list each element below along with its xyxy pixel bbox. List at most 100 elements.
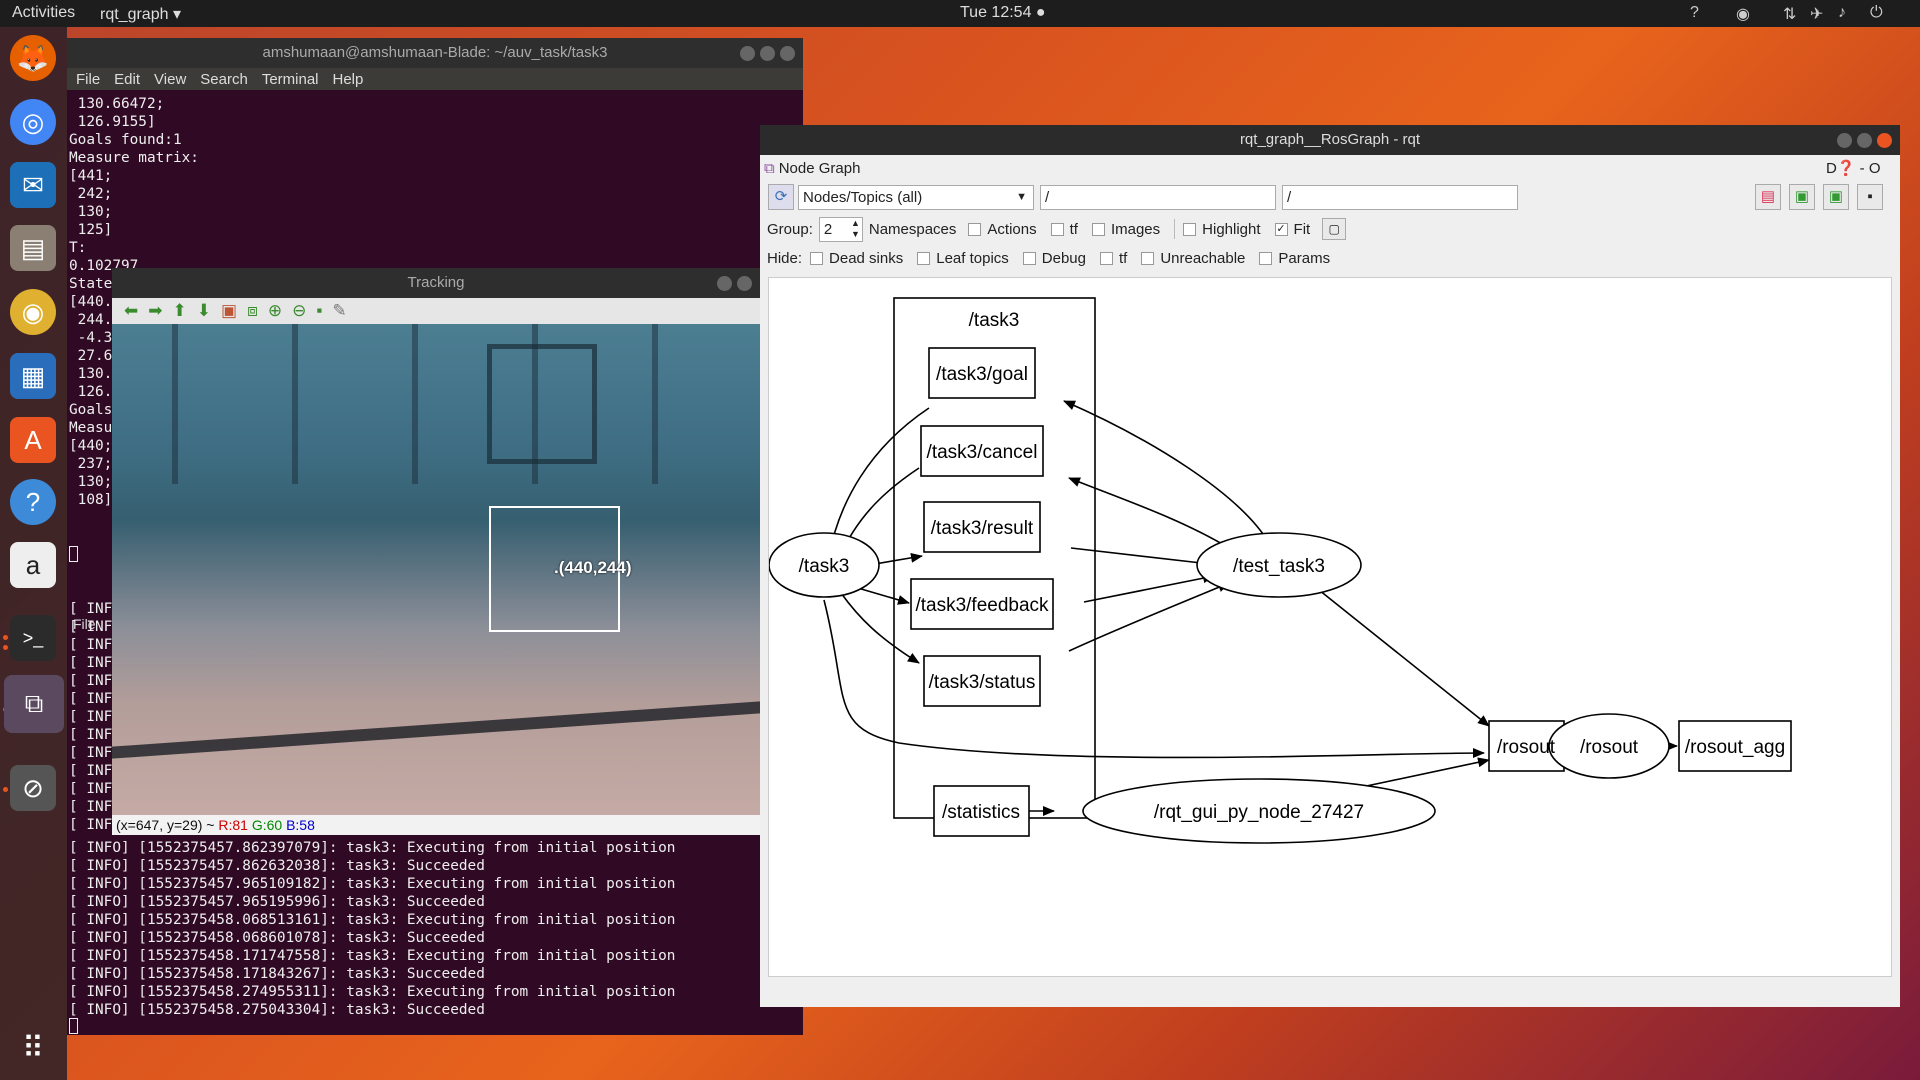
- power-icon[interactable]: ⏻: [1870, 4, 1883, 22]
- rhythmbox-icon[interactable]: ◉: [10, 289, 56, 335]
- label-statistics: /statistics: [942, 802, 1020, 823]
- terminal-line: [441;: [69, 168, 113, 184]
- menu-help[interactable]: Help: [333, 71, 364, 88]
- edge-goal-task3: [826, 407, 930, 557]
- topic-filter-input[interactable]: /: [1040, 184, 1276, 210]
- tracking-toolbar: ⬅ ➡ ⬆ ⬇ ▣ ⧈ ⊕ ⊖ ▪ ✎: [112, 298, 760, 324]
- dead-sinks-checkbox[interactable]: [810, 251, 824, 265]
- status-green: G:60: [251, 817, 283, 833]
- maximize-icon[interactable]: [1857, 133, 1872, 148]
- edge-task3-status: [840, 592, 920, 664]
- zoom-out-icon[interactable]: ⊖: [292, 301, 306, 321]
- menu-edit[interactable]: Edit: [114, 71, 140, 88]
- terminal-line: Measure matrix:: [69, 150, 199, 166]
- rqt-window[interactable]: rqt_graph__RosGraph - rqt ⧉ Node Graph D…: [760, 125, 1900, 1007]
- arrow-right-icon[interactable]: ➡: [148, 301, 162, 321]
- properties-icon[interactable]: ✎: [332, 301, 346, 321]
- ros-graph: /task3 /task3 /task3/goal /task3/cancel …: [768, 297, 1792, 844]
- fit-in-view-icon[interactable]: ▢: [1322, 218, 1347, 240]
- terminal-dock-icon[interactable]: >_: [10, 615, 56, 661]
- firefox-icon[interactable]: 🦊: [10, 35, 56, 81]
- save-icon[interactable]: ▪: [316, 301, 322, 321]
- activities-button[interactable]: Activities: [12, 4, 75, 22]
- tf-checkbox[interactable]: [1050, 222, 1064, 236]
- menu-view[interactable]: View: [154, 71, 186, 88]
- refresh-icon[interactable]: ⟳: [768, 184, 794, 210]
- close-icon[interactable]: [780, 46, 795, 61]
- amazon-icon[interactable]: a: [10, 542, 56, 588]
- network-icon[interactable]: ⇅: [1783, 4, 1796, 24]
- clock[interactable]: Tue 12:54 ●: [960, 4, 1046, 22]
- unreachable-checkbox[interactable]: [1141, 251, 1155, 265]
- debug-checkbox[interactable]: [1022, 251, 1036, 265]
- params-checkbox[interactable]: [1259, 251, 1273, 265]
- label-status: /task3/status: [929, 672, 1036, 693]
- hide-tf-checkbox[interactable]: [1099, 251, 1113, 265]
- edge-test-rosout: [1318, 589, 1490, 727]
- zoom-in-icon[interactable]: ⊕: [268, 301, 282, 321]
- arrow-left-icon[interactable]: ⬅: [124, 301, 138, 321]
- highlight-checkbox[interactable]: [1183, 222, 1197, 236]
- tracking-window[interactable]: Tracking ⬅ ➡ ⬆ ⬇ ▣ ⧈ ⊕ ⊖ ▪ ✎ .(440,244) …: [112, 268, 760, 835]
- rqt-dock-icon[interactable]: ⧉: [4, 675, 64, 733]
- menu-terminal[interactable]: Terminal: [262, 71, 319, 88]
- label-test-task3: /test_task3: [1233, 556, 1325, 577]
- close-icon[interactable]: [737, 276, 752, 291]
- minimize-icon[interactable]: [1837, 133, 1852, 148]
- terminal-title: amshumaan@amshumaan-Blade: ~/auv_task/ta…: [262, 44, 608, 61]
- group-spinbox[interactable]: 2 ▲ ▼: [818, 216, 863, 242]
- minimize-icon[interactable]: [740, 46, 755, 61]
- label-rosout-topic: /rosout: [1497, 737, 1556, 758]
- toolbar-row: ⟳ Nodes/Topics (all) ▼ / /: [768, 184, 1518, 210]
- load-dot-icon[interactable]: ▤: [1755, 184, 1781, 210]
- chrome-icon[interactable]: ◎: [10, 99, 56, 145]
- hide-row: Hide: Dead sinks Leaf topics Debug tf Un…: [767, 247, 1330, 269]
- group-label: Group:: [767, 220, 813, 238]
- files-icon[interactable]: ▤: [10, 225, 56, 271]
- menu-file[interactable]: File: [76, 71, 100, 88]
- close-icon[interactable]: [1877, 133, 1892, 148]
- chrome-tray-icon[interactable]: ◉: [1736, 4, 1750, 24]
- minimize-icon[interactable]: [717, 276, 732, 291]
- menu-search[interactable]: Search: [200, 71, 248, 88]
- tracking-titlebar[interactable]: Tracking: [112, 268, 760, 298]
- options-row: Group: 2 ▲ ▼ Namespaces Actions tf Images…: [767, 216, 1347, 242]
- arrow-down-icon[interactable]: ⬇: [197, 301, 211, 321]
- help-dock-icon[interactable]: ?: [10, 479, 56, 525]
- save-image-icon[interactable]: ▪: [1857, 184, 1883, 210]
- label-result: /task3/result: [931, 518, 1034, 539]
- plugin-controls[interactable]: D❓ - O: [1826, 157, 1881, 179]
- terminal-info-line: [ INFO] [1552375457.862632038]: task3: S…: [69, 858, 485, 874]
- software-center-icon[interactable]: A: [10, 417, 56, 463]
- label-rosout-agg: /rosout_agg: [1685, 737, 1785, 758]
- actions-checkbox[interactable]: [968, 222, 982, 236]
- help-icon[interactable]: ?: [1690, 4, 1699, 22]
- image-icon[interactable]: ▣: [221, 301, 237, 321]
- node-filter-input[interactable]: /: [1282, 184, 1518, 210]
- leaf-topics-checkbox[interactable]: [917, 251, 931, 265]
- save-svg-icon[interactable]: ▣: [1823, 184, 1849, 210]
- namespaces-label: Namespaces: [868, 220, 957, 238]
- writer-icon[interactable]: ▦: [10, 353, 56, 399]
- thunderbird-icon[interactable]: ✉: [10, 162, 56, 208]
- spin-arrows-icon[interactable]: ▲ ▼: [851, 218, 860, 240]
- plugin-header: ⧉ Node Graph: [764, 157, 860, 179]
- maximize-icon[interactable]: [760, 46, 775, 61]
- volume-icon[interactable]: ♪: [1838, 4, 1846, 22]
- underwater-camera-image: .(440,244): [112, 324, 760, 815]
- terminal-titlebar[interactable]: amshumaan@amshumaan-Blade: ~/auv_task/ta…: [67, 38, 803, 68]
- app-menu[interactable]: rqt_graph ▾: [100, 4, 181, 24]
- fit-checkbox[interactable]: ✓: [1274, 222, 1288, 236]
- rqt-titlebar[interactable]: rqt_graph__RosGraph - rqt: [760, 125, 1900, 155]
- save-dot-icon[interactable]: ▣: [1789, 184, 1815, 210]
- terminal-info-log: [ INFO] [1552375457.862397079]: task3: E…: [69, 839, 675, 1019]
- arrow-up-icon[interactable]: ⬆: [173, 301, 187, 321]
- images-checkbox[interactable]: [1091, 222, 1105, 236]
- edge-rqt-rosout: [1356, 757, 1490, 789]
- airplane-icon[interactable]: ✈: [1810, 4, 1823, 24]
- show-apps-icon[interactable]: ⠿: [10, 1025, 56, 1071]
- graph-canvas[interactable]: /task3 /task3 /task3/goal /task3/cancel …: [768, 277, 1892, 977]
- blocked-app-icon[interactable]: ⊘: [10, 765, 56, 811]
- fit-icon[interactable]: ⧈: [247, 301, 258, 321]
- mode-select[interactable]: Nodes/Topics (all) ▼: [798, 184, 1034, 210]
